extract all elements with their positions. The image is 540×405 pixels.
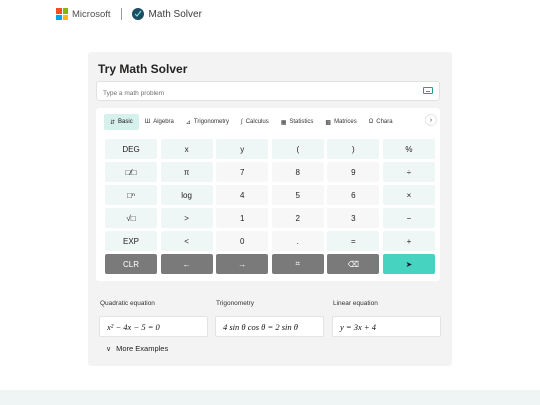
tabs-next-chevron-icon[interactable]: › (425, 114, 437, 126)
key-divide[interactable]: ÷ (382, 162, 435, 182)
key-4[interactable]: 4 (216, 185, 269, 205)
key-less-than[interactable]: < (160, 231, 213, 251)
page-footer-band (0, 390, 540, 405)
key-log[interactable]: log (160, 185, 213, 205)
key-exp[interactable]: EXP (105, 231, 157, 251)
math-problem-input[interactable] (97, 84, 417, 103)
example-label-trigonometry: Trigonometry (216, 300, 255, 307)
tab-label: Trigonometry (193, 119, 230, 125)
calculus-icon: ∫ (241, 119, 243, 125)
tab-label: Matrices (334, 119, 357, 125)
key-fraction-icon[interactable]: □⁄□ (105, 162, 157, 182)
key-left-arrow-icon[interactable]: ← (160, 254, 213, 274)
key-x[interactable]: x (160, 139, 213, 159)
tab-algebra[interactable]: Ш Algebra (139, 114, 180, 130)
calculator-keypad: ⇵ Basic Ш Algebra ⊿ Trigonometry ∫ Calculus … (96, 108, 440, 281)
product-name[interactable]: Math Solver (149, 9, 202, 20)
example-label-linear: Linear equation (333, 300, 378, 307)
algebra-icon: Ш (144, 119, 151, 125)
key-equals[interactable]: = (327, 231, 380, 251)
key-1[interactable]: 1 (216, 208, 269, 228)
chevron-down-icon: ∨ (106, 345, 112, 353)
tab-matrices[interactable]: ▩ Matrices (319, 114, 362, 130)
matrices-icon: ▩ (325, 119, 332, 126)
example-quadratic[interactable]: x² − 4x − 5 = 0 (99, 316, 208, 337)
characters-icon: Ω (368, 119, 374, 125)
tab-label: Calculus (245, 119, 269, 125)
math-solver-logo-icon[interactable] (131, 8, 144, 20)
statistics-icon: ▦ (280, 119, 287, 126)
key-greater-than[interactable]: > (160, 208, 213, 228)
tab-label: Algebra (153, 119, 174, 125)
key-close-paren[interactable]: ) (327, 139, 380, 159)
example-linear[interactable]: y = 3x + 4 (332, 316, 441, 337)
top-bar: Microsoft Math Solver (56, 6, 202, 22)
key-exponent-icon[interactable]: □ⁿ (105, 185, 157, 205)
key-grid: DEG x y ( ) % □⁄□ π 7 8 9 ÷ □ⁿ log 4 5 6… (105, 139, 435, 274)
key-multiply[interactable]: × (382, 185, 435, 205)
key-backspace-icon[interactable]: ⌫ (327, 254, 380, 274)
key-5[interactable]: 5 (271, 185, 324, 205)
key-9[interactable]: 9 (327, 162, 380, 182)
keypad-tabs: ⇵ Basic Ш Algebra ⊿ Trigonometry ∫ Calculus … (104, 114, 430, 130)
key-plus[interactable]: + (382, 231, 435, 251)
brand-name[interactable]: Microsoft (72, 9, 111, 20)
key-open-paren[interactable]: ( (271, 139, 324, 159)
tab-statistics[interactable]: ▦ Statistics (275, 114, 320, 130)
key-sqrt-icon[interactable]: √□ (105, 208, 157, 228)
microsoft-logo-icon[interactable] (56, 8, 68, 20)
tab-basic[interactable]: ⇵ Basic (104, 114, 139, 130)
key-new-line-icon[interactable]: ⌗ (271, 254, 324, 274)
key-pi[interactable]: π (160, 162, 213, 182)
key-3[interactable]: 3 (327, 208, 380, 228)
key-solve-send-icon[interactable]: ➤ (382, 254, 435, 274)
key-clear[interactable]: CLR (105, 254, 157, 274)
key-8[interactable]: 8 (271, 162, 324, 182)
tab-label: Basic (118, 119, 133, 125)
key-right-arrow-icon[interactable]: → (216, 254, 269, 274)
trigonometry-icon: ⊿ (185, 119, 191, 126)
example-label-quadratic: Quadratic equation (100, 300, 155, 307)
tab-trigonometry[interactable]: ⊿ Trigonometry (180, 114, 235, 130)
key-decimal[interactable]: . (271, 231, 324, 251)
tab-characters[interactable]: Ω Chara (363, 114, 399, 130)
tab-label: Statistics (289, 119, 314, 125)
math-solver-panel: Try Math Solver ⇵Basic ШAlgebra ⊿Trigono… (88, 52, 452, 366)
more-examples-toggle[interactable]: ∨ More Examples (106, 344, 168, 353)
key-percent[interactable]: % (382, 139, 435, 159)
tab-label: Chara (376, 119, 393, 125)
math-input-box[interactable] (96, 81, 440, 103)
key-2[interactable]: 2 (271, 208, 324, 228)
divider (120, 8, 122, 20)
key-y[interactable]: y (216, 139, 269, 159)
key-0[interactable]: 0 (216, 231, 269, 251)
keyboard-icon[interactable] (423, 87, 433, 94)
tab-calculus[interactable]: ∫ Calculus (235, 114, 275, 130)
key-7[interactable]: 7 (216, 162, 269, 182)
key-minus[interactable]: − (382, 208, 435, 228)
key-6[interactable]: 6 (327, 185, 380, 205)
key-deg[interactable]: DEG (105, 139, 157, 159)
panel-title: Try Math Solver (98, 62, 188, 76)
example-trigonometry[interactable]: 4 sin θ cos θ = 2 sin θ (215, 316, 324, 337)
basic-icon: ⇵ (110, 119, 116, 126)
more-examples-label: More Examples (116, 344, 169, 353)
